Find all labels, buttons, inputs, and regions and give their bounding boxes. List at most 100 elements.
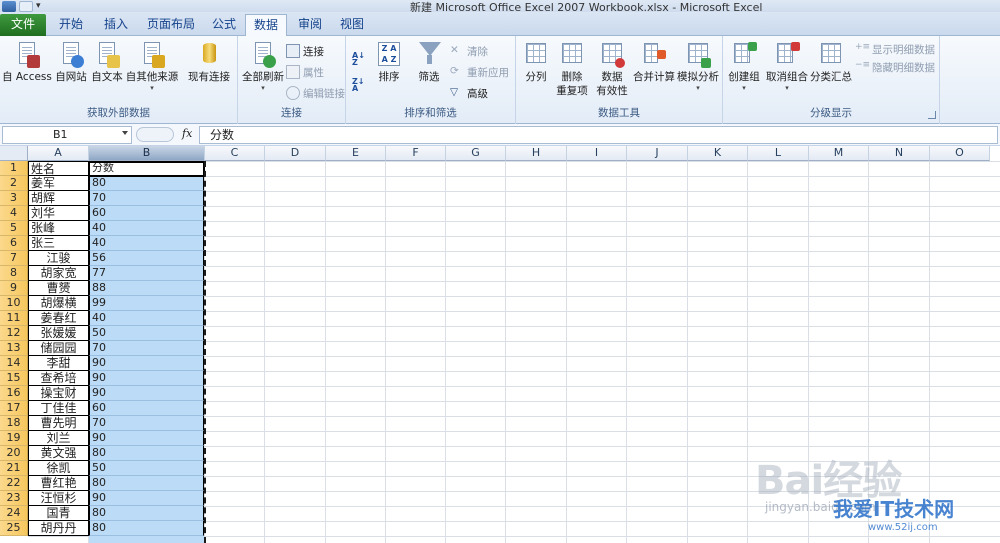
column-header-l[interactable]: L	[748, 146, 809, 161]
cell-score[interactable]: 50	[89, 461, 204, 476]
cell-name[interactable]: 汪恒杉	[28, 491, 89, 506]
consolidate-button[interactable]: 合并计算	[632, 40, 676, 84]
row-header[interactable]: 17	[0, 401, 28, 416]
row-header[interactable]: 24	[0, 506, 28, 521]
row-header[interactable]: 11	[0, 311, 28, 326]
cell-score[interactable]: 40	[89, 311, 204, 326]
row-header[interactable]: 21	[0, 461, 28, 476]
cell-score[interactable]: 77	[89, 266, 204, 281]
row-header[interactable]: 19	[0, 431, 28, 446]
cell-score[interactable]: 90	[89, 386, 204, 401]
cell-score[interactable]: 56	[89, 251, 204, 266]
group-button[interactable]: 创建组 ▾	[725, 40, 763, 92]
cell-name[interactable]: 曹红艳	[28, 476, 89, 491]
from-web-button[interactable]: 自网站	[52, 40, 90, 84]
properties-button[interactable]: 属性	[286, 63, 324, 81]
cell-name[interactable]: 李甜	[28, 356, 89, 371]
cell-name[interactable]: 储园园	[28, 341, 89, 356]
undo-icon[interactable]	[19, 0, 33, 12]
formula-input[interactable]: 分数	[199, 126, 998, 144]
row-header[interactable]: 16	[0, 386, 28, 401]
chevron-down-icon[interactable]	[122, 131, 128, 135]
ungroup-button[interactable]: 取消组合 ▾	[763, 40, 811, 92]
cell-name[interactable]: 曹先明	[28, 416, 89, 431]
row-header[interactable]: 12	[0, 326, 28, 341]
row-header[interactable]: 8	[0, 266, 28, 281]
cell-name[interactable]: 胡丹丹	[28, 521, 89, 536]
tab-data[interactable]: 数据	[245, 14, 287, 37]
cell-name[interactable]: 曹赟	[28, 281, 89, 296]
cell-score[interactable]: 90	[89, 491, 204, 506]
tab-insert[interactable]: 插入	[94, 14, 138, 36]
tab-file[interactable]: 文件	[0, 14, 46, 36]
cell-score[interactable]: 80	[89, 476, 204, 491]
cell-name[interactable]: 姓名	[28, 161, 89, 176]
row-header[interactable]: 5	[0, 221, 28, 236]
filter-button[interactable]: 筛选	[412, 40, 446, 84]
cell-score[interactable]: 80	[89, 521, 204, 536]
column-header-j[interactable]: J	[627, 146, 688, 161]
existing-connections-button[interactable]: 现有连接	[185, 40, 233, 84]
cell-score[interactable]: 80	[89, 176, 204, 191]
row-header[interactable]: 22	[0, 476, 28, 491]
row-header[interactable]: 3	[0, 191, 28, 206]
column-header-g[interactable]: G	[446, 146, 506, 161]
row-header[interactable]: 18	[0, 416, 28, 431]
row-header[interactable]: 6	[0, 236, 28, 251]
cell-score[interactable]: 70	[89, 341, 204, 356]
column-header-a[interactable]: A	[28, 146, 89, 161]
cell-score[interactable]: 90	[89, 431, 204, 446]
cell-score[interactable]: 50	[89, 326, 204, 341]
tab-home[interactable]: 开始	[50, 14, 92, 36]
advanced-button[interactable]: ▽ 高级	[450, 84, 488, 102]
column-header-k[interactable]: K	[688, 146, 748, 161]
customize-qat-icon[interactable]: ▾	[36, 1, 45, 12]
what-if-analysis-button[interactable]: 模拟分析 ▾	[676, 40, 720, 92]
column-header-c[interactable]: C	[205, 146, 265, 161]
cell-name[interactable]: 丁佳佳	[28, 401, 89, 416]
from-text-button[interactable]: 自文本	[88, 40, 126, 84]
row-header[interactable]: 14	[0, 356, 28, 371]
row-header[interactable]: 9	[0, 281, 28, 296]
cell-name[interactable]: 张媛媛	[28, 326, 89, 341]
column-header-b[interactable]: B	[89, 146, 205, 161]
sort-button[interactable]: Z AA Z 排序	[372, 40, 406, 84]
cell-name[interactable]: 江骏	[28, 251, 89, 266]
sort-descending-button[interactable]: Z↓ A	[352, 76, 366, 94]
column-header-n[interactable]: N	[869, 146, 930, 161]
from-access-button[interactable]: 自 Access	[2, 40, 52, 84]
edit-links-button[interactable]: 编辑链接	[286, 84, 345, 102]
name-box[interactable]: B1	[2, 126, 132, 144]
from-other-sources-button[interactable]: 自其他来源 ▾	[124, 40, 180, 92]
row-header[interactable]: 2	[0, 176, 28, 191]
cell-name[interactable]: 刘兰	[28, 431, 89, 446]
row-header[interactable]: 25	[0, 521, 28, 536]
cell-score[interactable]: 80	[89, 446, 204, 461]
text-to-columns-button[interactable]: 分列	[518, 40, 554, 84]
tab-review[interactable]: 审阅	[290, 14, 330, 36]
subtotal-button[interactable]: 分类汇总	[809, 40, 853, 84]
sort-ascending-button[interactable]: A↓ Z	[352, 50, 366, 68]
cell-score[interactable]: 60	[89, 206, 204, 221]
tab-view[interactable]: 视图	[332, 14, 372, 36]
fx-icon[interactable]: fx	[182, 127, 192, 140]
cell-name[interactable]: 操宝财	[28, 386, 89, 401]
cell-name[interactable]: 黄文强	[28, 446, 89, 461]
reapply-button[interactable]: ⟳ 重新应用	[450, 63, 509, 81]
row-header[interactable]: 10	[0, 296, 28, 311]
cell-score[interactable]: 60	[89, 401, 204, 416]
row-header[interactable]: 23	[0, 491, 28, 506]
formula-bar-expander[interactable]	[136, 127, 174, 142]
save-icon[interactable]	[2, 0, 16, 12]
row-header[interactable]: 15	[0, 371, 28, 386]
column-header-d[interactable]: D	[265, 146, 326, 161]
column-header-o[interactable]: O	[930, 146, 990, 161]
cell-name[interactable]: 国青	[28, 506, 89, 521]
row-header[interactable]: 1	[0, 161, 28, 176]
tab-page-layout[interactable]: 页面布局	[140, 14, 202, 36]
data-validation-button[interactable]: 数据 有效性	[592, 40, 632, 98]
cell-name[interactable]: 胡家宽	[28, 266, 89, 281]
connections-button[interactable]: 连接	[286, 42, 324, 60]
cell-score[interactable]: 70	[89, 416, 204, 431]
row-header[interactable]: 13	[0, 341, 28, 356]
